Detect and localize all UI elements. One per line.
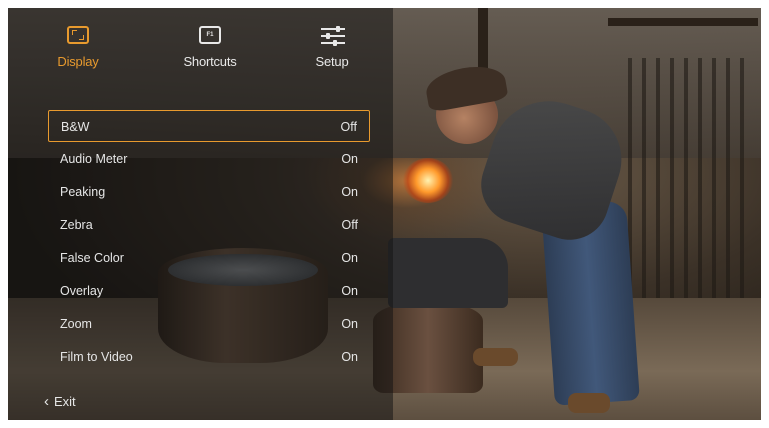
setting-value: On xyxy=(341,185,358,199)
chevron-left-icon: ‹ xyxy=(44,393,49,410)
blacksmith-boot xyxy=(473,348,518,366)
display-icon xyxy=(67,26,89,44)
exit-button[interactable]: ‹ Exit xyxy=(44,393,76,410)
setting-value: On xyxy=(341,251,358,265)
tab-shortcuts[interactable]: F1 Shortcuts xyxy=(170,26,250,69)
background-tool-rack xyxy=(628,58,748,298)
setting-row-zebra[interactable]: Zebra Off xyxy=(48,209,370,241)
setting-name: False Color xyxy=(60,251,124,265)
setting-value: On xyxy=(341,284,358,298)
setting-name: Audio Meter xyxy=(60,152,128,166)
tab-shortcuts-label: Shortcuts xyxy=(183,54,237,69)
setting-value: On xyxy=(341,350,358,364)
setting-row-false-color[interactable]: False Color On xyxy=(48,242,370,274)
setting-row-audio-meter[interactable]: Audio Meter On xyxy=(48,143,370,175)
tab-setup-label: Setup xyxy=(315,54,349,69)
shortcuts-icon: F1 xyxy=(199,26,221,44)
setting-name: B&W xyxy=(61,120,90,134)
setting-value: Off xyxy=(340,120,357,134)
setting-row-peaking[interactable]: Peaking On xyxy=(48,176,370,208)
setting-name: Peaking xyxy=(60,185,106,199)
setting-value: On xyxy=(341,152,358,166)
background-beam xyxy=(608,18,758,26)
setting-row-film-to-video[interactable]: Film to Video On xyxy=(48,341,370,373)
forge-fire xyxy=(403,158,453,203)
setting-row-overlay[interactable]: Overlay On xyxy=(48,275,370,307)
tab-display[interactable]: Display xyxy=(38,26,118,69)
setting-row-zoom[interactable]: Zoom On xyxy=(48,308,370,340)
setting-name: Zebra xyxy=(60,218,93,232)
setting-value: On xyxy=(341,317,358,331)
setup-sliders-icon xyxy=(321,26,345,46)
blacksmith-boot xyxy=(568,393,610,413)
exit-label: Exit xyxy=(54,394,76,409)
setting-name: Overlay xyxy=(60,284,104,298)
monitor-frame: Display F1 Shortcuts Setup B&W Off Audio… xyxy=(8,8,761,420)
anvil xyxy=(388,238,508,308)
setting-name: Zoom xyxy=(60,317,92,331)
setting-value: Off xyxy=(341,218,358,232)
tab-setup[interactable]: Setup xyxy=(292,26,372,69)
tab-display-label: Display xyxy=(57,54,99,69)
setting-row-bw[interactable]: B&W Off xyxy=(48,110,370,142)
setting-name: Film to Video xyxy=(60,350,133,364)
